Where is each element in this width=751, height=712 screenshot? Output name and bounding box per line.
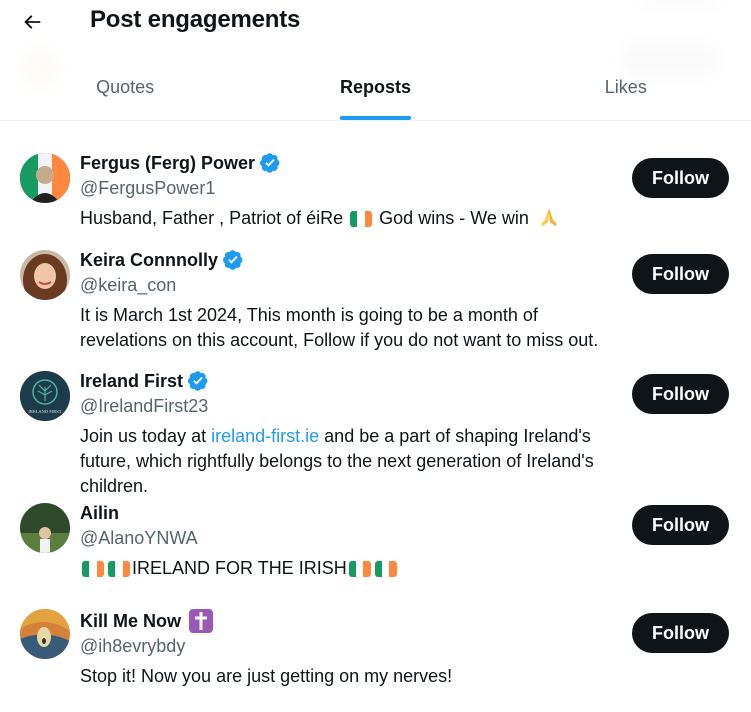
user-cell[interactable]: Ailin @AlanoYNWA IRELAND FOR THE IRISH F… [0, 491, 751, 599]
tab-likes[interactable]: Likes [501, 60, 751, 120]
follow-button[interactable]: Follow [632, 505, 729, 545]
user-bio: Stop it! Now you are just getting on my … [80, 666, 453, 686]
tab-bar: Quotes Reposts Likes [0, 60, 751, 120]
irish-flag-icon [108, 561, 130, 577]
verified-badge-icon [260, 153, 280, 173]
back-button[interactable] [14, 4, 50, 40]
user-cell[interactable]: Kill Me Now @ih8evrybdy Stop it! Now you… [0, 599, 751, 709]
verified-badge-icon [223, 250, 243, 270]
user-name-row: Kill Me Now [80, 609, 611, 633]
praying-hands-icon [540, 208, 557, 226]
tab-reposts[interactable]: Reposts [250, 60, 500, 120]
user-list: Fergus (Ferg) Power @FergusPower1 Husban… [0, 121, 751, 709]
follow-button[interactable]: Follow [632, 158, 729, 198]
bio-text: God wins - We win [379, 208, 529, 228]
avatar[interactable] [20, 609, 70, 659]
bio-text: Husband, Father , Patriot of éiRe [80, 208, 344, 228]
user-name-row: Fergus (Ferg) Power [80, 151, 611, 175]
avatar[interactable] [20, 250, 70, 300]
user-name[interactable]: Keira Connnolly [80, 248, 218, 272]
back-arrow-icon [24, 15, 41, 29]
user-name[interactable]: Ailin [80, 501, 119, 525]
irish-flag-icon [350, 211, 373, 227]
header: Post engagements Quotes Reposts Likes [0, 0, 751, 121]
user-bio: Husband, Father , Patriot of éiRe God wi… [80, 206, 611, 231]
avatar[interactable]: IRELAND FIRST [20, 371, 70, 421]
user-name-row: Ireland First [80, 369, 611, 393]
avatar[interactable] [20, 153, 70, 203]
verified-badge-icon [188, 371, 208, 391]
user-bio: IRELAND FOR THE IRISH [80, 556, 611, 581]
user-handle[interactable]: @AlanoYNWA [80, 525, 611, 551]
user-name[interactable]: Ireland First [80, 369, 183, 393]
page-title: Post engagements [90, 6, 301, 33]
user-name[interactable]: Fergus (Ferg) Power [80, 151, 255, 175]
tab-label: Likes [604, 77, 647, 97]
irish-flag-icon [374, 561, 397, 577]
user-handle[interactable]: @ih8evrybdy [80, 633, 611, 659]
user-handle[interactable]: @FergusPower1 [80, 175, 611, 201]
user-name-row: Ailin [80, 501, 611, 525]
irish-flag-icon [82, 561, 104, 577]
tab-quotes[interactable]: Quotes [0, 60, 250, 120]
user-handle[interactable]: @keira_con [80, 272, 611, 298]
user-name-row: Keira Connnolly [80, 248, 611, 272]
user-cell[interactable]: IRELAND FIRST Ireland First @IrelandFirs… [0, 355, 751, 496]
tab-label: Reposts [339, 60, 412, 120]
avatar[interactable] [20, 503, 70, 553]
follow-button[interactable]: Follow [632, 254, 729, 294]
bio-link[interactable]: ireland-first.ie [211, 426, 319, 446]
user-bio: It is March 1st 2024, This month is goin… [80, 305, 599, 350]
bio-text: Join us today at [80, 426, 207, 446]
user-bio: Join us today at ireland-first.ie and be… [80, 424, 611, 499]
follow-button[interactable]: Follow [632, 613, 729, 653]
user-handle[interactable]: @IrelandFirst23 [80, 393, 611, 419]
user-cell[interactable]: Fergus (Ferg) Power @FergusPower1 Husban… [0, 121, 751, 238]
svg-text:IRELAND FIRST: IRELAND FIRST [28, 409, 61, 414]
user-name[interactable]: Kill Me Now [80, 609, 181, 633]
bio-text: IRELAND FOR THE IRISH [132, 558, 347, 578]
irish-flag-icon [348, 561, 371, 577]
user-cell[interactable]: Keira Connnolly @keira_con It is March 1… [0, 238, 751, 355]
latin-cross-icon [189, 609, 214, 633]
follow-button[interactable]: Follow [632, 374, 729, 414]
tab-label: Quotes [96, 77, 155, 97]
